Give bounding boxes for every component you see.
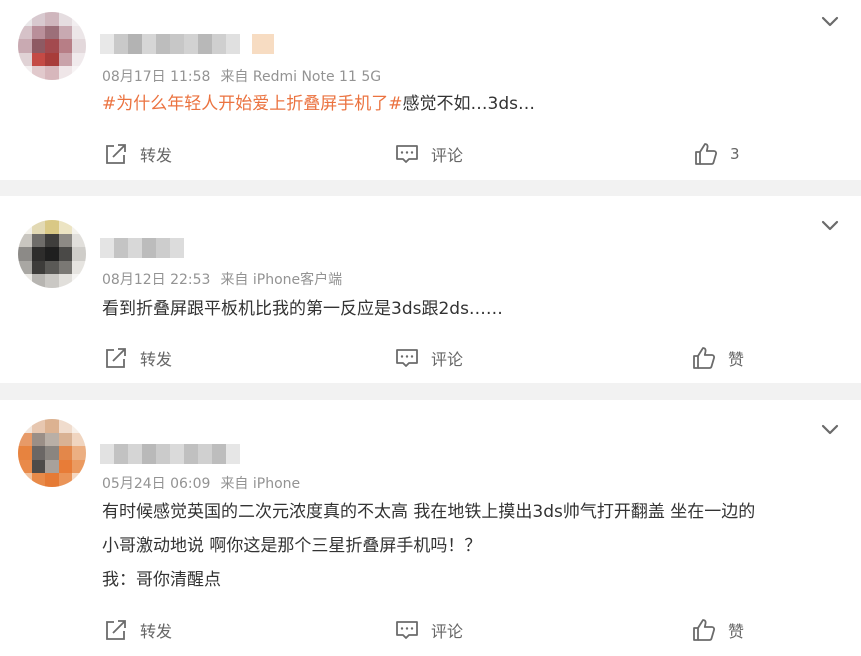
repost-icon [106,144,126,164]
username[interactable] [100,238,184,258]
avatar[interactable] [18,12,86,80]
repost-label: 转发 [140,622,173,641]
like-label: 赞 [728,350,745,369]
topic-tag-link[interactable]: #为什么年轻人开始爱上折叠屏手机了# [102,94,403,114]
thumbs-up-icon [693,619,716,641]
comment-text-line: 有时候感觉英国的二次元浓度真的不太高 我在地铁上摸出3ds帅气打开翻盖 坐在一边… [102,502,756,522]
comment-meta: 08月17日 11:58 来自 Redmi Note 11 5G [102,66,381,86]
repost-label: 转发 [140,146,173,165]
chevron-down-icon[interactable] [821,16,839,28]
repost-label: 转发 [140,350,173,369]
source-device: 来自 iPhone [220,476,301,492]
comment-meta: 08月12日 22:53 来自 iPhone客户端 [102,269,342,289]
action-bar: 转发 评论 赞 [0,618,861,644]
source-device: 来自 Redmi Note 11 5G [220,69,382,85]
username[interactable] [100,444,240,464]
chevron-down-icon[interactable] [821,424,839,436]
comment-content: #为什么年轻人开始爱上折叠屏手机了#感觉不如…3ds… [102,87,535,121]
timestamp: 05月24日 06:09 [102,476,211,492]
comment-card: 08月17日 11:58 来自 Redmi Note 11 5G #为什么年轻人开… [0,0,861,180]
repost-icon [106,620,126,640]
repost-button[interactable]: 转发 [104,142,172,166]
comment-button[interactable]: 评论 [395,346,463,370]
comment-button[interactable]: 评论 [395,618,463,642]
comment-content: 看到折叠屏跟平板机比我的第一反应是3ds跟2ds…… [102,292,503,326]
like-button[interactable]: 赞 [692,346,744,370]
thumbs-up-icon [693,347,716,369]
comment-text: 感觉不如…3ds… [402,94,535,114]
comment-label: 评论 [431,146,464,165]
comment-text: 看到折叠屏跟平板机比我的第一反应是3ds跟2ds…… [102,299,503,319]
thumbs-up-icon [695,143,718,165]
comment-label: 评论 [431,622,464,641]
comment-label: 评论 [431,350,464,369]
comment-content: 有时候感觉英国的二次元浓度真的不太高 我在地铁上摸出3ds帅气打开翻盖 坐在一边… [102,495,755,597]
like-button[interactable]: 3 [694,142,740,166]
like-button[interactable]: 赞 [692,618,744,642]
action-bar: 转发 评论 3 [0,142,861,168]
timestamp: 08月17日 11:58 [102,69,211,85]
source-device: 来自 iPhone客户端 [220,272,343,288]
avatar[interactable] [18,220,86,288]
comment-feed: 08月17日 11:58 来自 Redmi Note 11 5G #为什么年轻人开… [0,0,861,656]
repost-button[interactable]: 转发 [104,346,172,370]
comment-icon [396,621,418,639]
repost-button[interactable]: 转发 [104,618,172,642]
repost-icon [106,348,126,368]
like-count: 3 [730,145,740,163]
avatar[interactable] [18,419,86,487]
action-bar: 转发 评论 赞 [0,346,861,372]
comment-card: 05月24日 06:09 来自 iPhone 有时候感觉英国的二次元浓度真的不太高… [0,400,861,656]
comment-meta: 05月24日 06:09 来自 iPhone [102,473,300,493]
comment-text-line: 我：哥你清醒点 [102,570,221,590]
username[interactable] [100,34,274,54]
comment-icon [396,145,418,163]
comment-card: 08月12日 22:53 来自 iPhone客户端 看到折叠屏跟平板机比我的第一反… [0,196,861,383]
timestamp: 08月12日 22:53 [102,272,211,288]
like-label: 赞 [728,622,745,641]
comment-icon [396,349,418,367]
comment-button[interactable]: 评论 [395,142,463,166]
comment-text-line: 小哥激动地说 啊你这是那个三星折叠屏手机吗！？ [102,536,482,556]
chevron-down-icon[interactable] [821,220,839,232]
